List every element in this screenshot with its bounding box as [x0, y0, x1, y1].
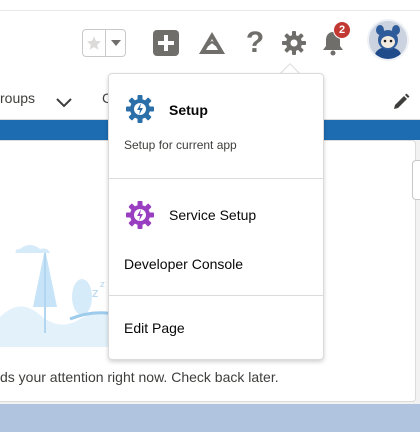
side-panel-handle[interactable] [412, 160, 420, 200]
setup-gear-button[interactable] [279, 28, 309, 58]
astro-avatar-icon [369, 21, 407, 59]
menu-divider [109, 295, 323, 296]
chevron-down-icon [56, 98, 72, 108]
edit-page-menu-item[interactable]: Edit Page [109, 314, 323, 344]
setup-menu-item[interactable]: Setup Setup for current app [109, 74, 323, 178]
favorites-dropdown-button[interactable] [106, 29, 126, 57]
add-icon [153, 30, 179, 56]
setup-subtitle: Setup for current app [124, 138, 237, 152]
chevron-down-icon [110, 40, 121, 46]
developer-console-label: Developer Console [124, 256, 244, 272]
pencil-icon [394, 93, 410, 109]
service-setup-label: Service Setup [169, 207, 257, 223]
global-actions-button[interactable] [151, 28, 181, 58]
edit-page-label: Edit Page [124, 320, 185, 336]
trailhead-button[interactable] [197, 28, 227, 58]
empty-state-message: ds your attention right now. Check back … [0, 369, 279, 385]
empty-state-illustration: z z [0, 245, 120, 347]
nav-item-groups[interactable]: roups [0, 90, 35, 106]
menu-divider [109, 178, 323, 179]
favorites-star-button[interactable] [82, 29, 106, 57]
global-header: ? 2 [0, 0, 420, 84]
gear-icon [282, 31, 306, 55]
user-avatar[interactable] [367, 19, 409, 61]
nav-groups-menu-button[interactable] [56, 95, 72, 113]
setup-label: Setup [169, 102, 208, 118]
favorites-group [82, 29, 126, 57]
trailhead-icon [199, 32, 225, 54]
gear-bolt-icon [126, 95, 154, 123]
edit-nav-button[interactable] [392, 93, 410, 116]
service-setup-menu-item[interactable]: Service Setup [109, 198, 323, 232]
setup-dropdown-menu: Setup Setup for current app Service Setu… [108, 73, 324, 360]
developer-console-menu-item[interactable]: Developer Console [109, 250, 323, 280]
svg-text:z: z [100, 280, 105, 290]
help-button[interactable]: ? [240, 28, 270, 58]
help-icon: ? [245, 26, 265, 59]
notification-count-badge: 2 [333, 21, 351, 39]
page-background-band [0, 404, 420, 432]
star-icon [87, 36, 101, 50]
header-divider [0, 10, 420, 11]
gear-bolt-icon [126, 201, 154, 229]
svg-text:z: z [92, 286, 98, 300]
